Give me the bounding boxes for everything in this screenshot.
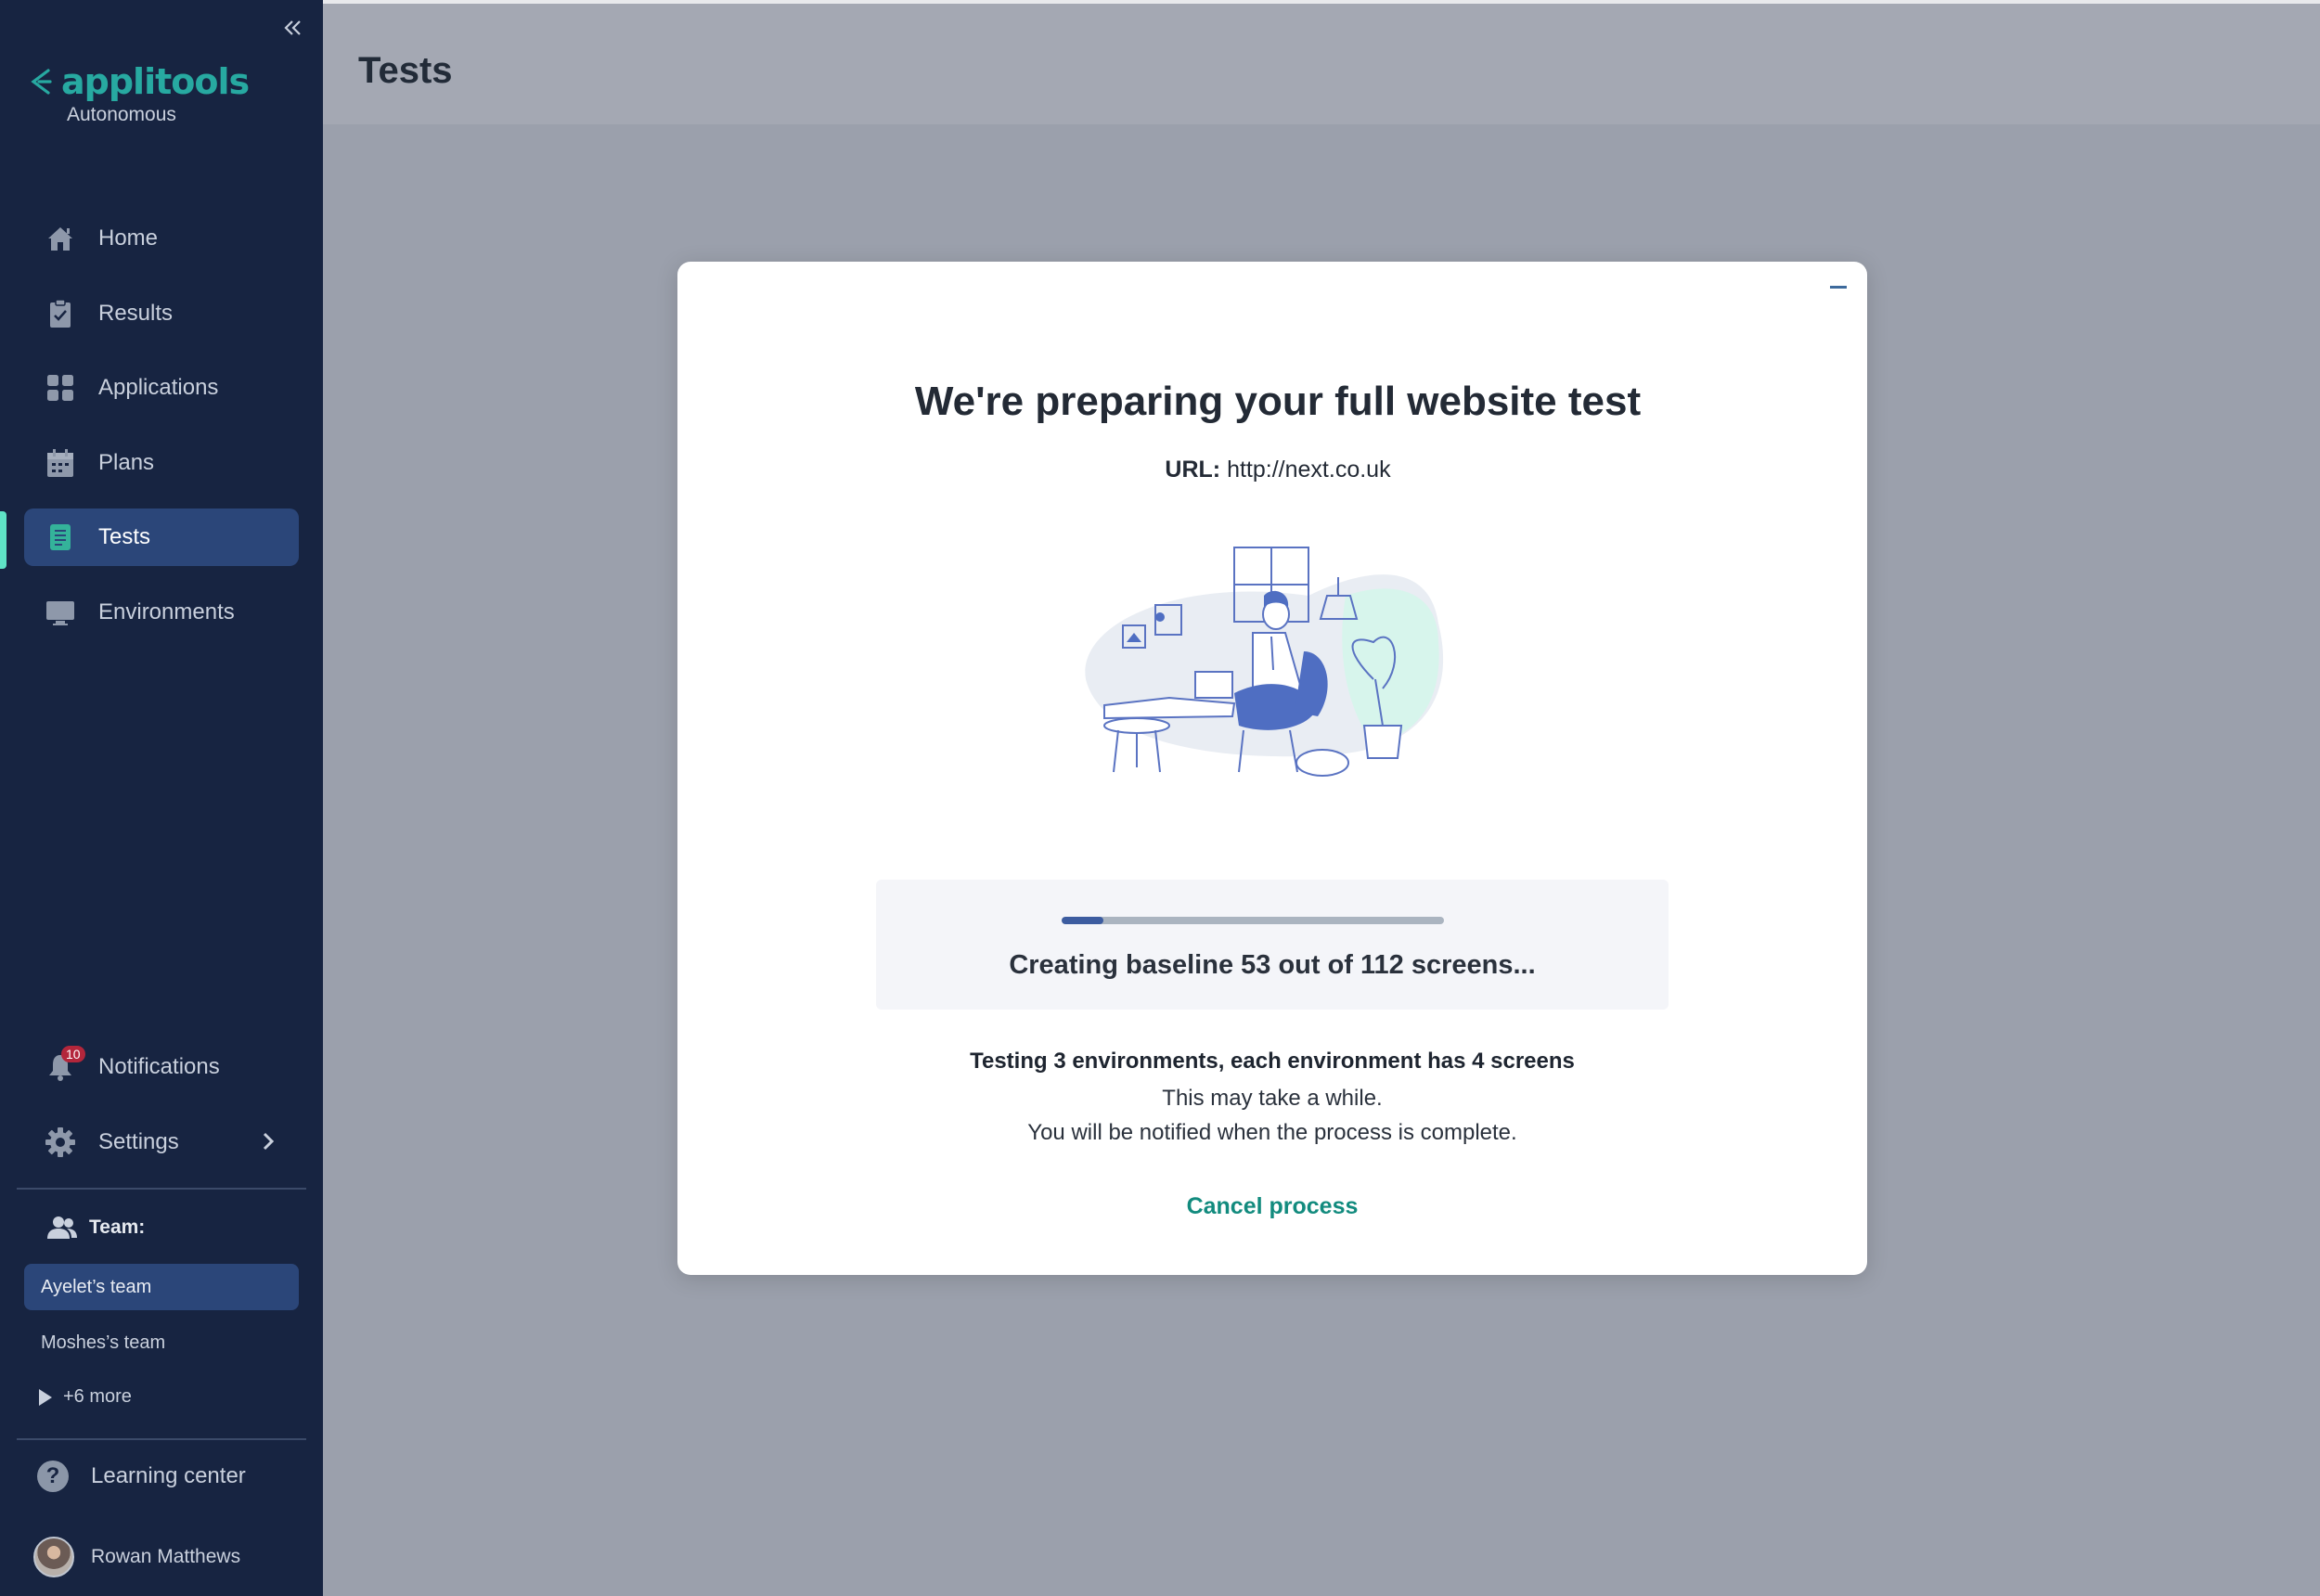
- nav-item-environments[interactable]: Environments: [24, 584, 299, 641]
- team-icon: [46, 1216, 78, 1240]
- calendar-icon: [45, 447, 76, 479]
- team-label-text: Team:: [89, 1216, 146, 1238]
- double-chevron-left-icon: [284, 20, 301, 35]
- progress-bar-fill: [1062, 917, 1104, 924]
- sidebar-divider: [17, 1438, 306, 1440]
- url-line: URL: http://next.co.uk: [677, 457, 1867, 483]
- collapse-sidebar-button[interactable]: [280, 17, 306, 43]
- user-profile[interactable]: Rowan Matthews: [33, 1537, 240, 1577]
- nav-label-notifications: Notifications: [98, 1054, 220, 1079]
- active-nav-marker: [0, 511, 6, 569]
- progress-bar: [1062, 917, 1444, 924]
- modal-title: We're preparing your full website test: [914, 379, 1642, 424]
- progress-status-text: Creating baseline 53 out of 112 screens.…: [1009, 950, 1536, 980]
- progress-modal: We're preparing your full website test U…: [677, 262, 1867, 1275]
- learning-center-link[interactable]: ? Learning center: [37, 1461, 246, 1492]
- sidebar: applitools Autonomous Home Results Appli…: [0, 0, 323, 1596]
- sidebar-divider: [17, 1188, 306, 1190]
- wait-message: This may take a while.: [1162, 1086, 1383, 1111]
- page-title: Tests: [358, 50, 453, 91]
- nav-item-results[interactable]: Results: [24, 285, 299, 342]
- test-list-icon: [45, 521, 76, 553]
- notification-count-badge: 10: [61, 1046, 85, 1062]
- url-value: http://next.co.uk: [1227, 457, 1391, 483]
- chevron-right-icon: [263, 1132, 275, 1151]
- nav-label-environments: Environments: [98, 598, 235, 624]
- notify-message: You will be notified when the process is…: [1027, 1120, 1517, 1145]
- logo-name: applitools: [61, 61, 250, 102]
- team-label: Team:: [46, 1216, 145, 1240]
- logo: applitools Autonomous: [28, 61, 250, 126]
- team-item-ayelet[interactable]: Ayelet’s team: [24, 1264, 299, 1310]
- clipboard-check-icon: [45, 298, 76, 329]
- progress-panel: Creating baseline 53 out of 112 screens.…: [876, 880, 1669, 1010]
- nav-item-applications[interactable]: Applications: [24, 359, 299, 417]
- expand-triangle-icon: [39, 1388, 52, 1406]
- monitor-icon: [45, 597, 76, 628]
- nav-label-tests: Tests: [98, 524, 151, 549]
- nav-label-plans: Plans: [98, 449, 155, 475]
- main-nav: Home Results Applications Plans Tests En…: [24, 210, 299, 658]
- help-icon: ?: [37, 1461, 69, 1492]
- gear-icon: [45, 1126, 76, 1158]
- person-working-illustration: [1085, 547, 1444, 777]
- nav-label-settings: Settings: [98, 1129, 179, 1154]
- nav-item-plans[interactable]: Plans: [24, 434, 299, 492]
- home-icon: [45, 223, 76, 254]
- minimize-button[interactable]: [1830, 286, 1847, 289]
- nav-label-home: Home: [98, 225, 159, 251]
- url-label: URL:: [1165, 457, 1221, 483]
- nav-item-tests[interactable]: Tests: [24, 508, 299, 566]
- nav-item-settings[interactable]: Settings: [24, 1114, 299, 1170]
- avatar: [33, 1537, 74, 1577]
- applitools-logo-icon: [31, 69, 52, 95]
- bottom-nav: 10 Notifications Settings: [24, 1039, 299, 1190]
- environments-summary: Testing 3 environments, each environment…: [970, 1049, 1575, 1074]
- cancel-process-button[interactable]: Cancel process: [677, 1193, 1867, 1220]
- more-teams-toggle[interactable]: +6 more: [39, 1386, 132, 1408]
- page-header: Tests: [323, 0, 2320, 124]
- nav-label-applications: Applications: [98, 375, 219, 400]
- user-name: Rowan Matthews: [91, 1546, 241, 1567]
- grid-icon: [45, 372, 76, 404]
- bell-icon: 10: [45, 1046, 85, 1083]
- nav-label-results: Results: [98, 300, 174, 326]
- team-item-moshes[interactable]: Moshes’s team: [24, 1319, 299, 1366]
- learning-center-label: Learning center: [91, 1463, 246, 1488]
- nav-item-home[interactable]: Home: [24, 210, 299, 267]
- nav-item-notifications[interactable]: 10 Notifications: [24, 1039, 299, 1095]
- more-teams-label: +6 more: [63, 1386, 132, 1407]
- logo-subtitle: Autonomous: [67, 104, 176, 125]
